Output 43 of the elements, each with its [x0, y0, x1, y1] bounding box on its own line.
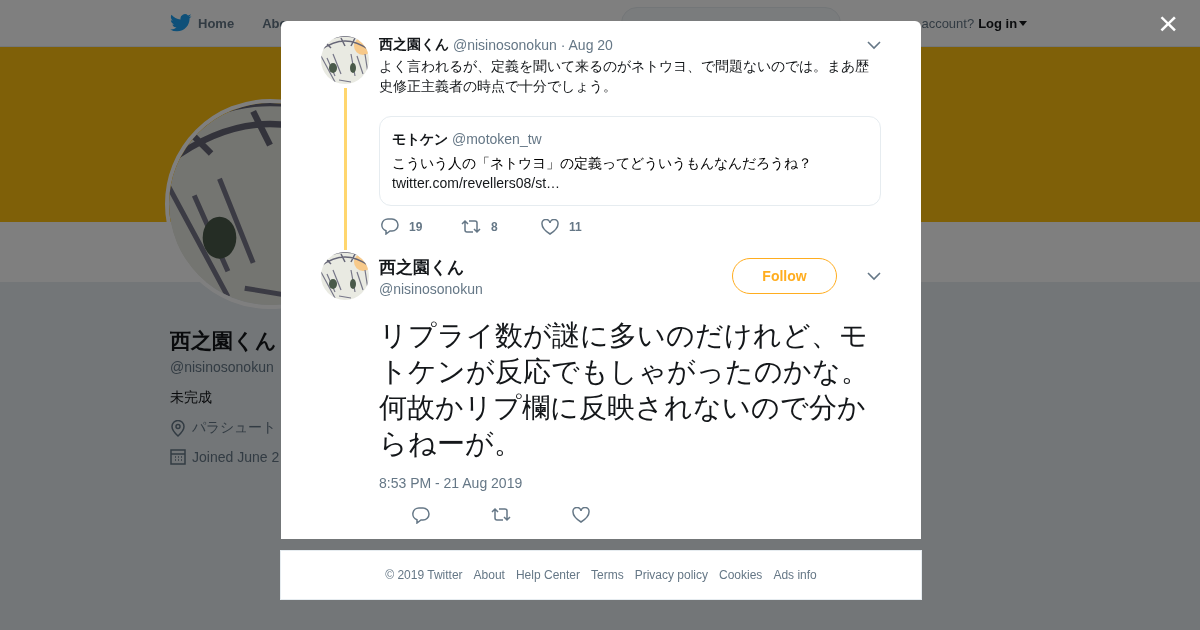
profile-name: 西之園くん — [170, 328, 277, 354]
quoted-text: こういう人の「ネトウヨ」の定義ってどういうもんなんだろうね？ — [392, 154, 813, 173]
reply-count: 19 — [409, 219, 423, 234]
footer-link[interactable]: Ads info — [773, 568, 817, 582]
quoted-author-name: モトケン — [392, 130, 448, 149]
account-prompt: account? — [921, 15, 975, 31]
author-handle[interactable]: @nisinosonokun — [379, 280, 483, 297]
close-button[interactable]: × — [1158, 6, 1178, 40]
copyright-text: © 2019 Twitter — [385, 568, 463, 582]
quoted-tweet[interactable]: モトケン @motoken_tw こういう人の「ネトウヨ」の定義ってどういうもんなんだろうね？ twitter.com/revellers08/st… — [379, 116, 881, 206]
author-name[interactable]: 西之園くん — [379, 255, 483, 279]
avatar — [321, 252, 369, 300]
profile-joined: Joined June 2 — [192, 449, 280, 465]
profile-handle: @nisinosonokun — [170, 359, 274, 375]
profile-location: パラシュート — [192, 419, 276, 437]
quoted-author-handle: @motoken_tw — [452, 130, 542, 149]
profile-bio: 未完成 — [170, 389, 212, 407]
location-pin-icon — [170, 419, 186, 437]
footer-link[interactable]: Terms — [591, 568, 624, 582]
heart-icon[interactable] — [541, 218, 559, 235]
tweet-timestamp[interactable]: 8:53 PM - 21 Aug 2019 — [379, 475, 881, 491]
like-count: 11 — [569, 219, 582, 234]
footer-link[interactable]: About — [473, 568, 505, 582]
tweet-text: よく言われるが、定義を聞いて来るのがネトウヨ、で問題ないのでは。まあ歴史修正主義者の時点で十分でしょう。 — [379, 57, 870, 96]
tweet-date[interactable]: · Aug 20 — [560, 37, 613, 53]
author-name[interactable]: 西之園くん — [379, 36, 449, 54]
author-handle[interactable]: @nisinosonokun — [453, 37, 557, 53]
retweet-count: 8 — [491, 219, 498, 234]
reply-icon[interactable] — [381, 218, 399, 235]
avatar — [321, 36, 369, 84]
calendar-icon — [170, 449, 186, 465]
login-link[interactable]: Log in — [978, 15, 1028, 31]
nav-link[interactable]: Home — [198, 15, 235, 31]
quoted-link[interactable]: twitter.com/revellers08/st… — [392, 173, 561, 193]
chevron-down-icon[interactable] — [867, 40, 881, 50]
bird-logo-icon — [170, 14, 192, 32]
chevron-down-icon[interactable] — [867, 271, 881, 281]
retweet-icon[interactable] — [461, 219, 481, 234]
footer-link[interactable]: Help Center — [515, 568, 580, 582]
footer-link[interactable]: Privacy policy — [634, 568, 708, 582]
tweet-text: リプライ数が謎に多いのだけれど、モトケンが反応でもしゃがったのかな。何故かリプ欄に反映されないので分からねーが。 — [379, 319, 870, 461]
caret-icon — [1019, 20, 1028, 26]
footer-link[interactable]: Cookies — [719, 568, 763, 582]
